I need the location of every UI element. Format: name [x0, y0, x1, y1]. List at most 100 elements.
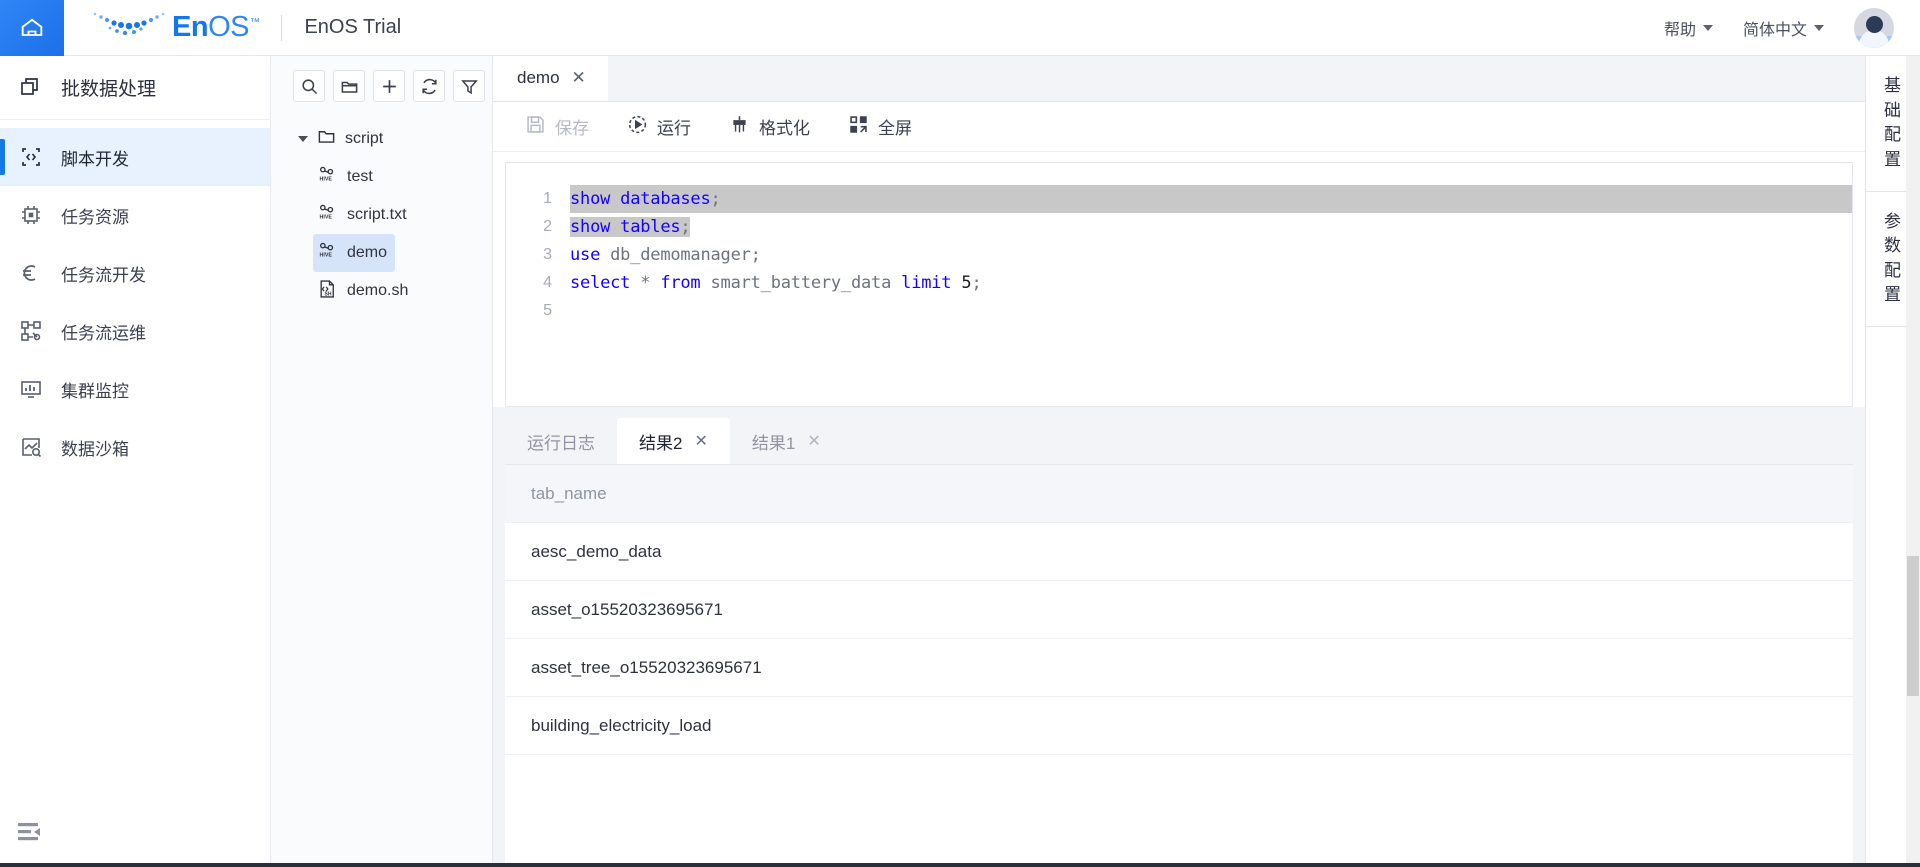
editor-tab-demo[interactable]: demo ✕: [493, 55, 608, 101]
avatar[interactable]: [1854, 8, 1894, 48]
code-editor[interactable]: 1 show databases; 2 show tables; 3 use d…: [505, 162, 1853, 407]
rp-char: 置: [1884, 148, 1902, 173]
close-icon[interactable]: ✕: [572, 68, 586, 88]
application-window: EnOS™ EnOS Trial 帮助 简体中文: [0, 0, 1920, 867]
enos-tm: ™: [250, 17, 260, 28]
fullscreen-button[interactable]: 全屏: [848, 114, 912, 140]
tree-file-demo[interactable]: HIVE demo: [313, 234, 395, 272]
save-button[interactable]: 保存: [525, 114, 589, 140]
result-tab-bar: 运行日志 结果2 ✕ 结果1 ✕: [505, 419, 1853, 465]
filter-icon[interactable]: [453, 70, 485, 102]
result-panel: 运行日志 结果2 ✕ 结果1 ✕ tab_name: [493, 407, 1865, 867]
result-tab-label: 结果1: [752, 429, 795, 454]
sidebar-item-task-resource[interactable]: 任务资源: [0, 186, 270, 244]
line-number: 5: [506, 302, 570, 320]
cell-tab-name: aesc_demo_data: [531, 542, 661, 562]
result-tab-result1[interactable]: 结果1 ✕: [730, 418, 843, 464]
new-folder-icon[interactable]: [333, 70, 365, 102]
table-row[interactable]: aesc_demo_data: [505, 523, 1853, 581]
result-grid[interactable]: tab_name aesc_demo_data asset_o155203236…: [505, 465, 1853, 867]
tree-file-test[interactable]: HIVE test: [313, 158, 389, 196]
sidebar-item-script-dev[interactable]: 脚本开发: [0, 128, 270, 186]
svg-text:HIVE: HIVE: [320, 252, 333, 258]
search-icon[interactable]: [293, 70, 325, 102]
code-brackets-icon: [18, 144, 44, 170]
window-bottom-edge: [0, 863, 1920, 867]
home-icon: [18, 14, 46, 42]
enos-os: OS: [208, 11, 249, 43]
collapse-sidebar-icon[interactable]: [18, 822, 42, 847]
close-icon[interactable]: ✕: [694, 431, 707, 451]
chip-icon: [18, 202, 44, 228]
tree-file-demo-sh[interactable]: SH demo.sh: [313, 272, 416, 310]
tree-file-label: script.txt: [347, 206, 407, 224]
result-tab-label: 结果2: [639, 429, 682, 454]
format-button[interactable]: 格式化: [729, 114, 810, 140]
language-menu[interactable]: 简体中文: [1743, 16, 1824, 40]
table-row[interactable]: building_electricity_load: [505, 697, 1853, 755]
table-row[interactable]: asset_o15520323695671: [505, 581, 1853, 639]
help-menu[interactable]: 帮助: [1664, 16, 1713, 40]
close-icon[interactable]: ✕: [807, 431, 820, 451]
format-brush-icon: [729, 114, 750, 140]
enos-dots-icon: [90, 8, 168, 47]
sidebar-item-data-sandbox[interactable]: 数据沙箱: [0, 418, 270, 476]
line-number: 1: [506, 190, 570, 208]
result-tab-run-log[interactable]: 运行日志: [505, 418, 617, 464]
chevron-down-icon: [1703, 25, 1713, 31]
sidebar-item-label: 任务流运维: [61, 319, 146, 344]
home-button[interactable]: [0, 0, 64, 56]
brand-area: EnOS™ EnOS Trial: [90, 8, 401, 47]
sidebar-title: 批数据处理: [0, 56, 270, 120]
scrollbar-thumb[interactable]: [1907, 556, 1919, 696]
hive-file-icon: HIVE: [317, 241, 337, 266]
run-label: 运行: [657, 114, 691, 139]
sidebar-item-cluster-monitor[interactable]: 集群监控: [0, 360, 270, 418]
save-label: 保存: [555, 114, 589, 139]
sidebar: 批数据处理 脚本开发: [0, 56, 271, 867]
rp-char: 参: [1884, 210, 1902, 235]
code-text: show databases;: [570, 189, 721, 209]
rp-char: 础: [1884, 99, 1902, 124]
sidebar-item-flow-ops[interactable]: 任务流运维: [0, 302, 270, 360]
tree-folder-script[interactable]: script: [271, 120, 492, 158]
tree-folder-label: script: [345, 130, 383, 148]
result-tab-result2[interactable]: 结果2 ✕: [617, 418, 730, 464]
code-line: 2 show tables;: [506, 213, 1852, 241]
svg-text:HIVE: HIVE: [320, 176, 333, 182]
sidebar-item-label: 数据沙箱: [61, 435, 129, 460]
body-region: 批数据处理 脚本开发: [0, 56, 1920, 867]
column-header-tab-name: tab_name: [531, 484, 607, 504]
app-title: EnOS Trial: [304, 16, 401, 39]
line-number: 2: [506, 218, 570, 236]
header-actions: 帮助 简体中文: [1664, 8, 1920, 48]
tree-file-script-txt[interactable]: HIVE script.txt: [313, 196, 415, 234]
tree-file-label: demo: [347, 244, 387, 262]
cell-tab-name: building_electricity_load: [531, 716, 712, 736]
rp-char: 数: [1884, 234, 1902, 259]
hive-file-icon: HIVE: [317, 203, 337, 228]
run-icon: [627, 114, 648, 140]
shell-file-icon: SH: [317, 279, 337, 304]
fullscreen-icon: [848, 114, 869, 140]
svg-text:HIVE: HIVE: [320, 214, 333, 220]
page-scrollbar[interactable]: [1906, 56, 1920, 867]
rp-char: 基: [1884, 74, 1902, 99]
sidebar-item-flow-dev[interactable]: 任务流开发: [0, 244, 270, 302]
refresh-icon[interactable]: [413, 70, 445, 102]
editor-toolbar: 保存 运行: [493, 102, 1865, 152]
table-header-row: tab_name: [505, 465, 1853, 523]
tree-file-label: test: [347, 168, 373, 186]
enos-logo[interactable]: EnOS™: [90, 8, 259, 47]
code-text: show tables;: [570, 217, 690, 237]
enos-en: En: [172, 11, 208, 43]
plus-icon[interactable]: [373, 70, 405, 102]
chevron-down-icon[interactable]: [298, 136, 308, 142]
selection-highlight: [570, 185, 1852, 213]
help-label: 帮助: [1664, 16, 1696, 40]
sidebar-nav-list: 脚本开发 任务资源: [0, 120, 270, 476]
enos-wordmark: EnOS™: [172, 13, 259, 42]
hive-file-icon: HIVE: [317, 165, 337, 190]
table-row[interactable]: asset_tree_o15520323695671: [505, 639, 1853, 697]
run-button[interactable]: 运行: [627, 114, 691, 140]
